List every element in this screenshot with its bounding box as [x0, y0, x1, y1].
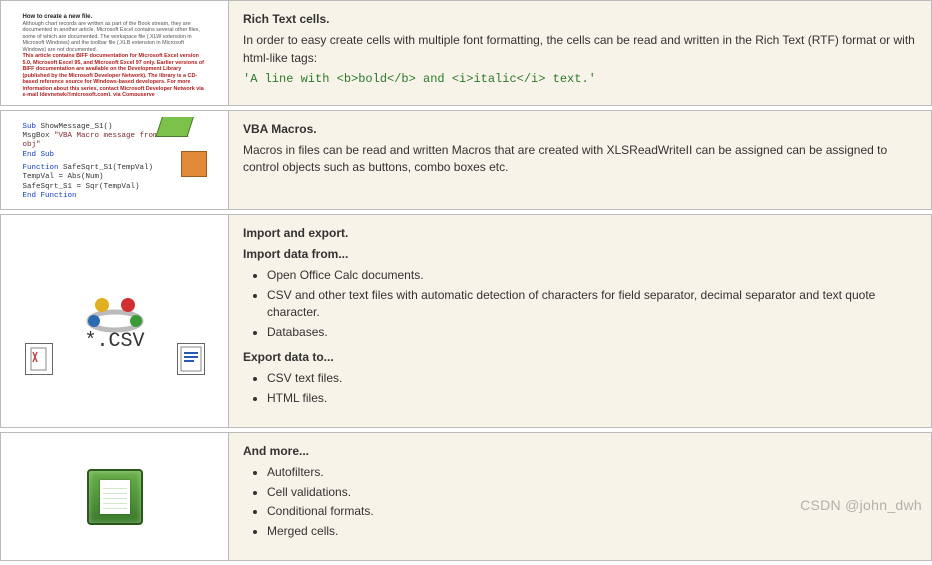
- export-list: CSV text files. HTML files.: [267, 370, 917, 407]
- watermark: CSDN @john_dwh: [800, 497, 922, 513]
- doc-line-emph: This article contains BIFF documentation…: [23, 53, 207, 95]
- list-item: Autofilters.: [267, 464, 917, 481]
- thumb-rtf-doc: How to create a new file. Although chart…: [1, 1, 229, 105]
- title-vba: VBA Macros.: [243, 122, 317, 136]
- doc-icon: [177, 343, 205, 375]
- row-rich-text: How to create a new file. Although chart…: [0, 0, 932, 106]
- title-rich-text: Rich Text cells.: [243, 12, 329, 26]
- list-item: CSV and other text files with automatic …: [267, 287, 917, 322]
- thumb-excel: [1, 433, 229, 560]
- shape-orange: [181, 151, 207, 177]
- doc-preview: How to create a new file. Although chart…: [17, 10, 213, 96]
- shape-green: [155, 117, 194, 137]
- desc-rich-text: Rich Text cells. In order to easy create…: [229, 1, 931, 105]
- code-rich-text: 'A line with <b>bold</b> and <i>italic</…: [243, 71, 917, 88]
- thumb-csv: *.CSV: [1, 215, 229, 428]
- title-io: Import and export.: [243, 226, 348, 240]
- body-rich-text: In order to easy create cells with multi…: [243, 32, 917, 67]
- list-item: Databases.: [267, 324, 917, 341]
- doc-line: Although chart records are written as pa…: [23, 21, 207, 53]
- title-more: And more...: [243, 444, 309, 458]
- clipboard-icon: [25, 343, 53, 375]
- row-more: And more... Autofilters. Cell validation…: [0, 432, 932, 561]
- body-vba: Macros in files can be read and written …: [243, 142, 917, 177]
- row-vba: Sub ShowMessage_S1() MsgBox "VBA Macro m…: [0, 110, 932, 210]
- list-item: Merged cells.: [267, 523, 917, 540]
- vba-code-preview: Sub ShowMessage_S1() MsgBox "VBA Macro m…: [17, 117, 213, 203]
- excel-icon: [87, 469, 143, 525]
- list-item: Open Office Calc documents.: [267, 267, 917, 284]
- doc-heading: How to create a new file.: [23, 14, 207, 21]
- desc-import-export: Import and export. Import data from... O…: [229, 215, 931, 428]
- export-heading: Export data to...: [243, 349, 917, 366]
- desc-vba: VBA Macros. Macros in files can be read …: [229, 111, 931, 209]
- import-list: Open Office Calc documents. CSV and othe…: [267, 267, 917, 341]
- csv-preview: *.CSV: [17, 261, 213, 381]
- row-import-export: *.CSV Import and export. Import data fro…: [0, 214, 932, 429]
- excel-sheet-icon: [100, 480, 130, 514]
- list-item: CSV text files.: [267, 370, 917, 387]
- import-heading: Import data from...: [243, 246, 917, 263]
- feature-table: How to create a new file. Although chart…: [0, 0, 932, 561]
- openoffice-icon: [80, 287, 150, 335]
- list-item: HTML files.: [267, 390, 917, 407]
- thumb-vba: Sub ShowMessage_S1() MsgBox "VBA Macro m…: [1, 111, 229, 209]
